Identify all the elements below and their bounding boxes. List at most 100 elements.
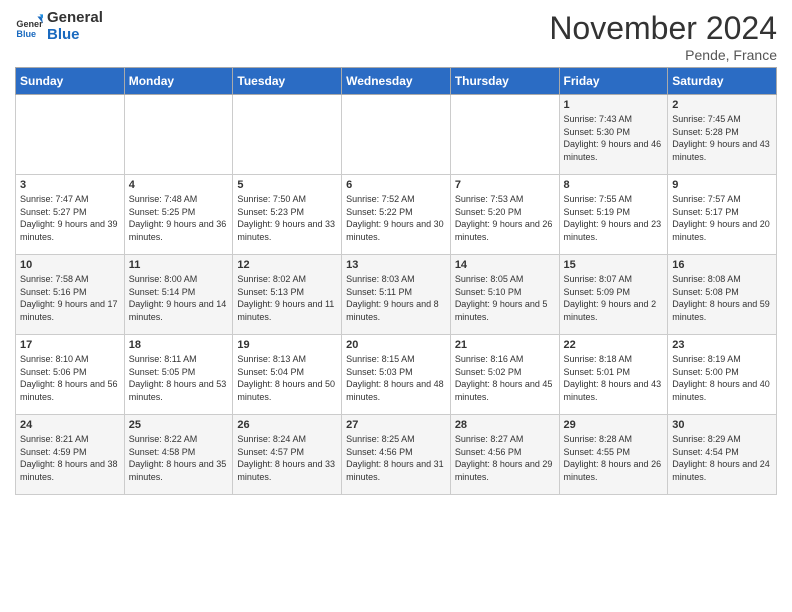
day-cell (16, 95, 125, 175)
header-day-saturday: Saturday (668, 68, 777, 95)
day-cell: 28Sunrise: 8:27 AM Sunset: 4:56 PM Dayli… (450, 415, 559, 495)
day-number: 28 (455, 419, 555, 431)
day-cell: 14 Sunrise: 8:05 AM Sunset: 5:10 PM Dayli… (450, 255, 559, 335)
day-number: 20 (346, 339, 446, 351)
day-cell: 15 Sunrise: 8:07 AM Sunset: 5:09 PM Dayli… (559, 255, 668, 335)
header-day-friday: Friday (559, 68, 668, 95)
day-number: 30 (672, 419, 772, 431)
day-cell: 9 Sunrise: 7:57 AM Sunset: 5:17 PM Daylig… (668, 175, 777, 255)
day-number: 22 (564, 339, 664, 351)
day-cell: 24 Sunrise: 8:21 AM Sunset: 4:59 PM Dayli… (16, 415, 125, 495)
day-info: Sunrise: 7:57 AM Sunset: 5:17 PM Dayligh… (672, 193, 772, 243)
logo-icon: General Blue (15, 13, 43, 41)
day-info: Sunrise: 8:07 AM Sunset: 5:09 PM Dayligh… (564, 273, 664, 323)
week-row-5: 24 Sunrise: 8:21 AM Sunset: 4:59 PM Dayli… (16, 415, 777, 495)
day-info: Sunrise: 8:13 AM Sunset: 5:04 PM Dayligh… (237, 353, 337, 403)
day-info: Sunrise: 7:48 AM Sunset: 5:25 PM Dayligh… (129, 193, 229, 243)
day-cell: 20 Sunrise: 8:15 AM Sunset: 5:03 PM Dayli… (342, 335, 451, 415)
day-info: Sunrise: 7:53 AM Sunset: 5:20 PM Dayligh… (455, 193, 555, 243)
day-cell: 2Sunrise: 7:45 AM Sunset: 5:28 PM Daylig… (668, 95, 777, 175)
day-cell: 27 Sunrise: 8:25 AM Sunset: 4:56 PM Dayli… (342, 415, 451, 495)
day-info: Sunrise: 8:19 AM Sunset: 5:00 PM Dayligh… (672, 353, 772, 403)
day-cell: 23 Sunrise: 8:19 AM Sunset: 5:00 PM Dayli… (668, 335, 777, 415)
day-info: Sunrise: 8:15 AM Sunset: 5:03 PM Dayligh… (346, 353, 446, 403)
day-cell: 11Sunrise: 8:00 AM Sunset: 5:14 PM Dayli… (124, 255, 233, 335)
location: Pende, France (549, 47, 777, 63)
month-title: November 2024 (549, 10, 777, 47)
day-number: 26 (237, 419, 337, 431)
day-info: Sunrise: 8:18 AM Sunset: 5:01 PM Dayligh… (564, 353, 664, 403)
day-cell: 25Sunrise: 8:22 AM Sunset: 4:58 PM Dayli… (124, 415, 233, 495)
day-number: 17 (20, 339, 120, 351)
week-row-2: 3 Sunrise: 7:47 AM Sunset: 5:27 PM Daylig… (16, 175, 777, 255)
header-day-monday: Monday (124, 68, 233, 95)
day-info: Sunrise: 7:47 AM Sunset: 5:27 PM Dayligh… (20, 193, 120, 243)
logo: General Blue General Blue (15, 10, 103, 43)
day-info: Sunrise: 8:02 AM Sunset: 5:13 PM Dayligh… (237, 273, 337, 323)
day-number: 18 (129, 339, 229, 351)
calendar-header-row: SundayMondayTuesdayWednesdayThursdayFrid… (16, 68, 777, 95)
day-cell: 6 Sunrise: 7:52 AM Sunset: 5:22 PM Daylig… (342, 175, 451, 255)
day-cell: 4 Sunrise: 7:48 AM Sunset: 5:25 PM Daylig… (124, 175, 233, 255)
day-cell: 5Sunrise: 7:50 AM Sunset: 5:23 PM Daylig… (233, 175, 342, 255)
day-info: Sunrise: 8:22 AM Sunset: 4:58 PM Dayligh… (129, 433, 229, 483)
day-number: 4 (129, 179, 229, 191)
day-info: Sunrise: 7:58 AM Sunset: 5:16 PM Dayligh… (20, 273, 120, 323)
day-cell: 13 Sunrise: 8:03 AM Sunset: 5:11 PM Dayli… (342, 255, 451, 335)
day-number: 7 (455, 179, 555, 191)
day-number: 12 (237, 259, 337, 271)
day-info: Sunrise: 8:21 AM Sunset: 4:59 PM Dayligh… (20, 433, 120, 483)
day-cell (233, 95, 342, 175)
day-cell: 21 Sunrise: 8:16 AM Sunset: 5:02 PM Dayli… (450, 335, 559, 415)
header-day-tuesday: Tuesday (233, 68, 342, 95)
week-row-1: 1Sunrise: 7:43 AM Sunset: 5:30 PM Daylig… (16, 95, 777, 175)
header-day-sunday: Sunday (16, 68, 125, 95)
day-cell (124, 95, 233, 175)
day-number: 29 (564, 419, 664, 431)
day-number: 16 (672, 259, 772, 271)
day-cell: 7 Sunrise: 7:53 AM Sunset: 5:20 PM Daylig… (450, 175, 559, 255)
day-cell: 12 Sunrise: 8:02 AM Sunset: 5:13 PM Dayli… (233, 255, 342, 335)
day-number: 13 (346, 259, 446, 271)
day-number: 21 (455, 339, 555, 351)
day-info: Sunrise: 8:08 AM Sunset: 5:08 PM Dayligh… (672, 273, 772, 323)
day-number: 15 (564, 259, 664, 271)
week-row-3: 10 Sunrise: 7:58 AM Sunset: 5:16 PM Dayli… (16, 255, 777, 335)
day-number: 1 (564, 99, 664, 111)
day-number: 24 (20, 419, 120, 431)
day-info: Sunrise: 7:52 AM Sunset: 5:22 PM Dayligh… (346, 193, 446, 243)
day-info: Sunrise: 8:11 AM Sunset: 5:05 PM Dayligh… (129, 353, 229, 403)
day-cell: 29Sunrise: 8:28 AM Sunset: 4:55 PM Dayli… (559, 415, 668, 495)
day-cell: 26 Sunrise: 8:24 AM Sunset: 4:57 PM Dayli… (233, 415, 342, 495)
day-info: Sunrise: 8:25 AM Sunset: 4:56 PM Dayligh… (346, 433, 446, 483)
day-info: Sunrise: 8:05 AM Sunset: 5:10 PM Dayligh… (455, 273, 555, 323)
day-info: Sunrise: 7:45 AM Sunset: 5:28 PM Dayligh… (672, 113, 772, 163)
day-cell (450, 95, 559, 175)
day-cell: 16 Sunrise: 8:08 AM Sunset: 5:08 PM Dayli… (668, 255, 777, 335)
day-cell: 22 Sunrise: 8:18 AM Sunset: 5:01 PM Dayli… (559, 335, 668, 415)
day-number: 5 (237, 179, 337, 191)
day-cell: 19Sunrise: 8:13 AM Sunset: 5:04 PM Dayli… (233, 335, 342, 415)
day-cell: 18 Sunrise: 8:11 AM Sunset: 5:05 PM Dayli… (124, 335, 233, 415)
day-cell: 1Sunrise: 7:43 AM Sunset: 5:30 PM Daylig… (559, 95, 668, 175)
svg-text:Blue: Blue (16, 28, 36, 38)
day-number: 3 (20, 179, 120, 191)
day-number: 14 (455, 259, 555, 271)
week-row-4: 17 Sunrise: 8:10 AM Sunset: 5:06 PM Dayli… (16, 335, 777, 415)
day-number: 23 (672, 339, 772, 351)
day-number: 8 (564, 179, 664, 191)
day-number: 27 (346, 419, 446, 431)
day-cell (342, 95, 451, 175)
day-cell: 17 Sunrise: 8:10 AM Sunset: 5:06 PM Dayli… (16, 335, 125, 415)
header-day-wednesday: Wednesday (342, 68, 451, 95)
day-cell: 8Sunrise: 7:55 AM Sunset: 5:19 PM Daylig… (559, 175, 668, 255)
day-number: 9 (672, 179, 772, 191)
day-cell: 3 Sunrise: 7:47 AM Sunset: 5:27 PM Daylig… (16, 175, 125, 255)
day-info: Sunrise: 8:00 AM Sunset: 5:14 PM Dayligh… (129, 273, 229, 323)
day-info: Sunrise: 8:03 AM Sunset: 5:11 PM Dayligh… (346, 273, 446, 323)
day-info: Sunrise: 8:16 AM Sunset: 5:02 PM Dayligh… (455, 353, 555, 403)
day-info: Sunrise: 8:24 AM Sunset: 4:57 PM Dayligh… (237, 433, 337, 483)
day-number: 6 (346, 179, 446, 191)
day-number: 10 (20, 259, 120, 271)
day-info: Sunrise: 8:10 AM Sunset: 5:06 PM Dayligh… (20, 353, 120, 403)
